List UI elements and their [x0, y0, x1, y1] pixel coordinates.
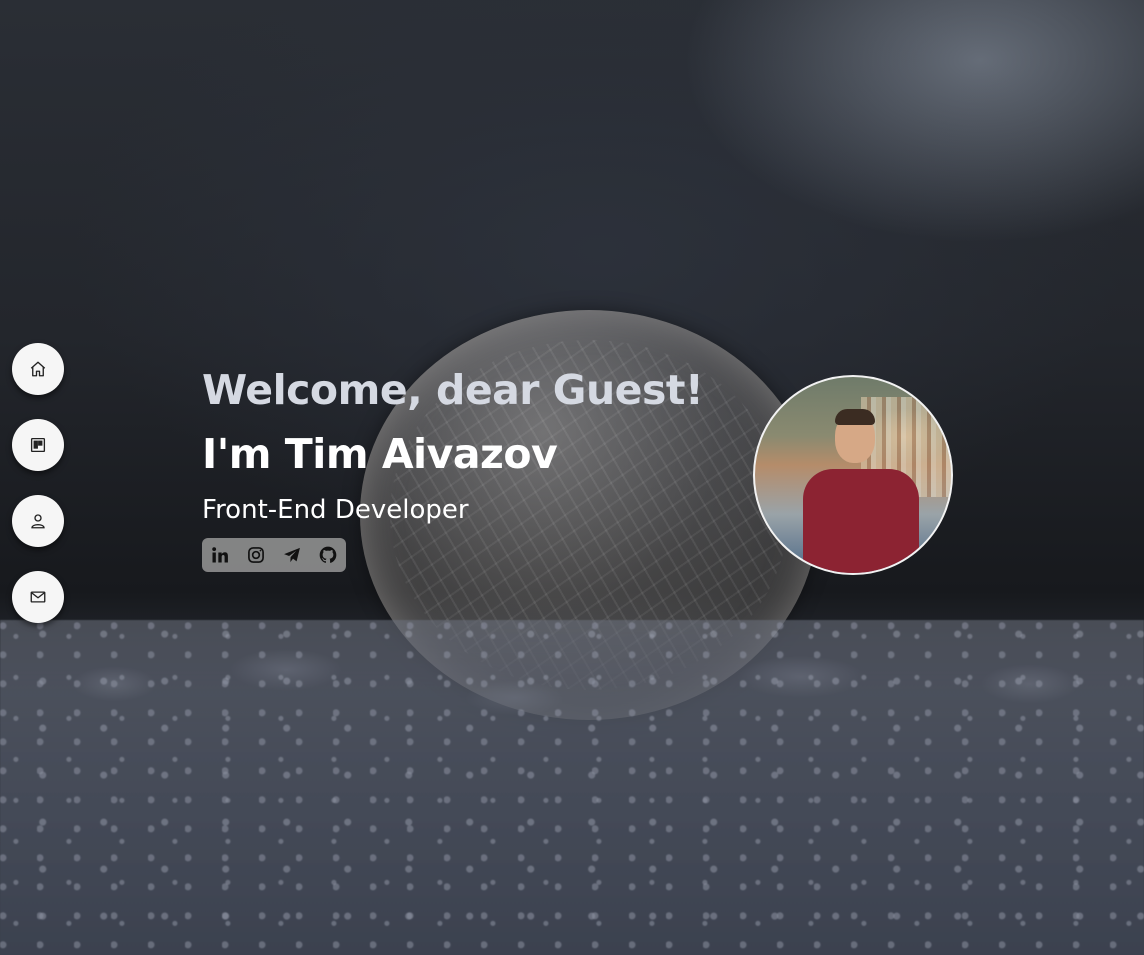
social-links: [202, 538, 346, 572]
user-icon: [31, 514, 45, 529]
telegram-link[interactable]: [282, 545, 302, 565]
home-icon: [30, 361, 46, 377]
github-icon: [319, 546, 337, 563]
side-navigation: [12, 343, 64, 623]
mail-icon: [30, 591, 46, 603]
linkedin-icon: [212, 547, 228, 563]
hero-section: Welcome, dear Guest! I'm Tim Aivazov Fro…: [202, 362, 704, 572]
instagram-link[interactable]: [246, 545, 266, 565]
avatar-person-hair: [835, 409, 875, 425]
role-subtitle: Front-End Developer: [202, 495, 469, 525]
instagram-icon: [248, 547, 264, 563]
name-heading: I'm Tim Aivazov: [202, 430, 558, 478]
nav-home-button[interactable]: [12, 343, 64, 395]
nav-portfolio-button[interactable]: [12, 419, 64, 471]
telegram-icon: [284, 547, 300, 563]
snow-crystals: [0, 620, 1144, 955]
github-link[interactable]: [318, 545, 338, 565]
nav-contact-button[interactable]: [12, 571, 64, 623]
linkedin-link[interactable]: [210, 545, 230, 565]
greeting-heading: Welcome, dear Guest!: [202, 366, 704, 414]
board-icon: [30, 437, 46, 453]
profile-avatar: [753, 375, 953, 575]
avatar-person-body: [803, 469, 919, 573]
nav-about-button[interactable]: [12, 495, 64, 547]
